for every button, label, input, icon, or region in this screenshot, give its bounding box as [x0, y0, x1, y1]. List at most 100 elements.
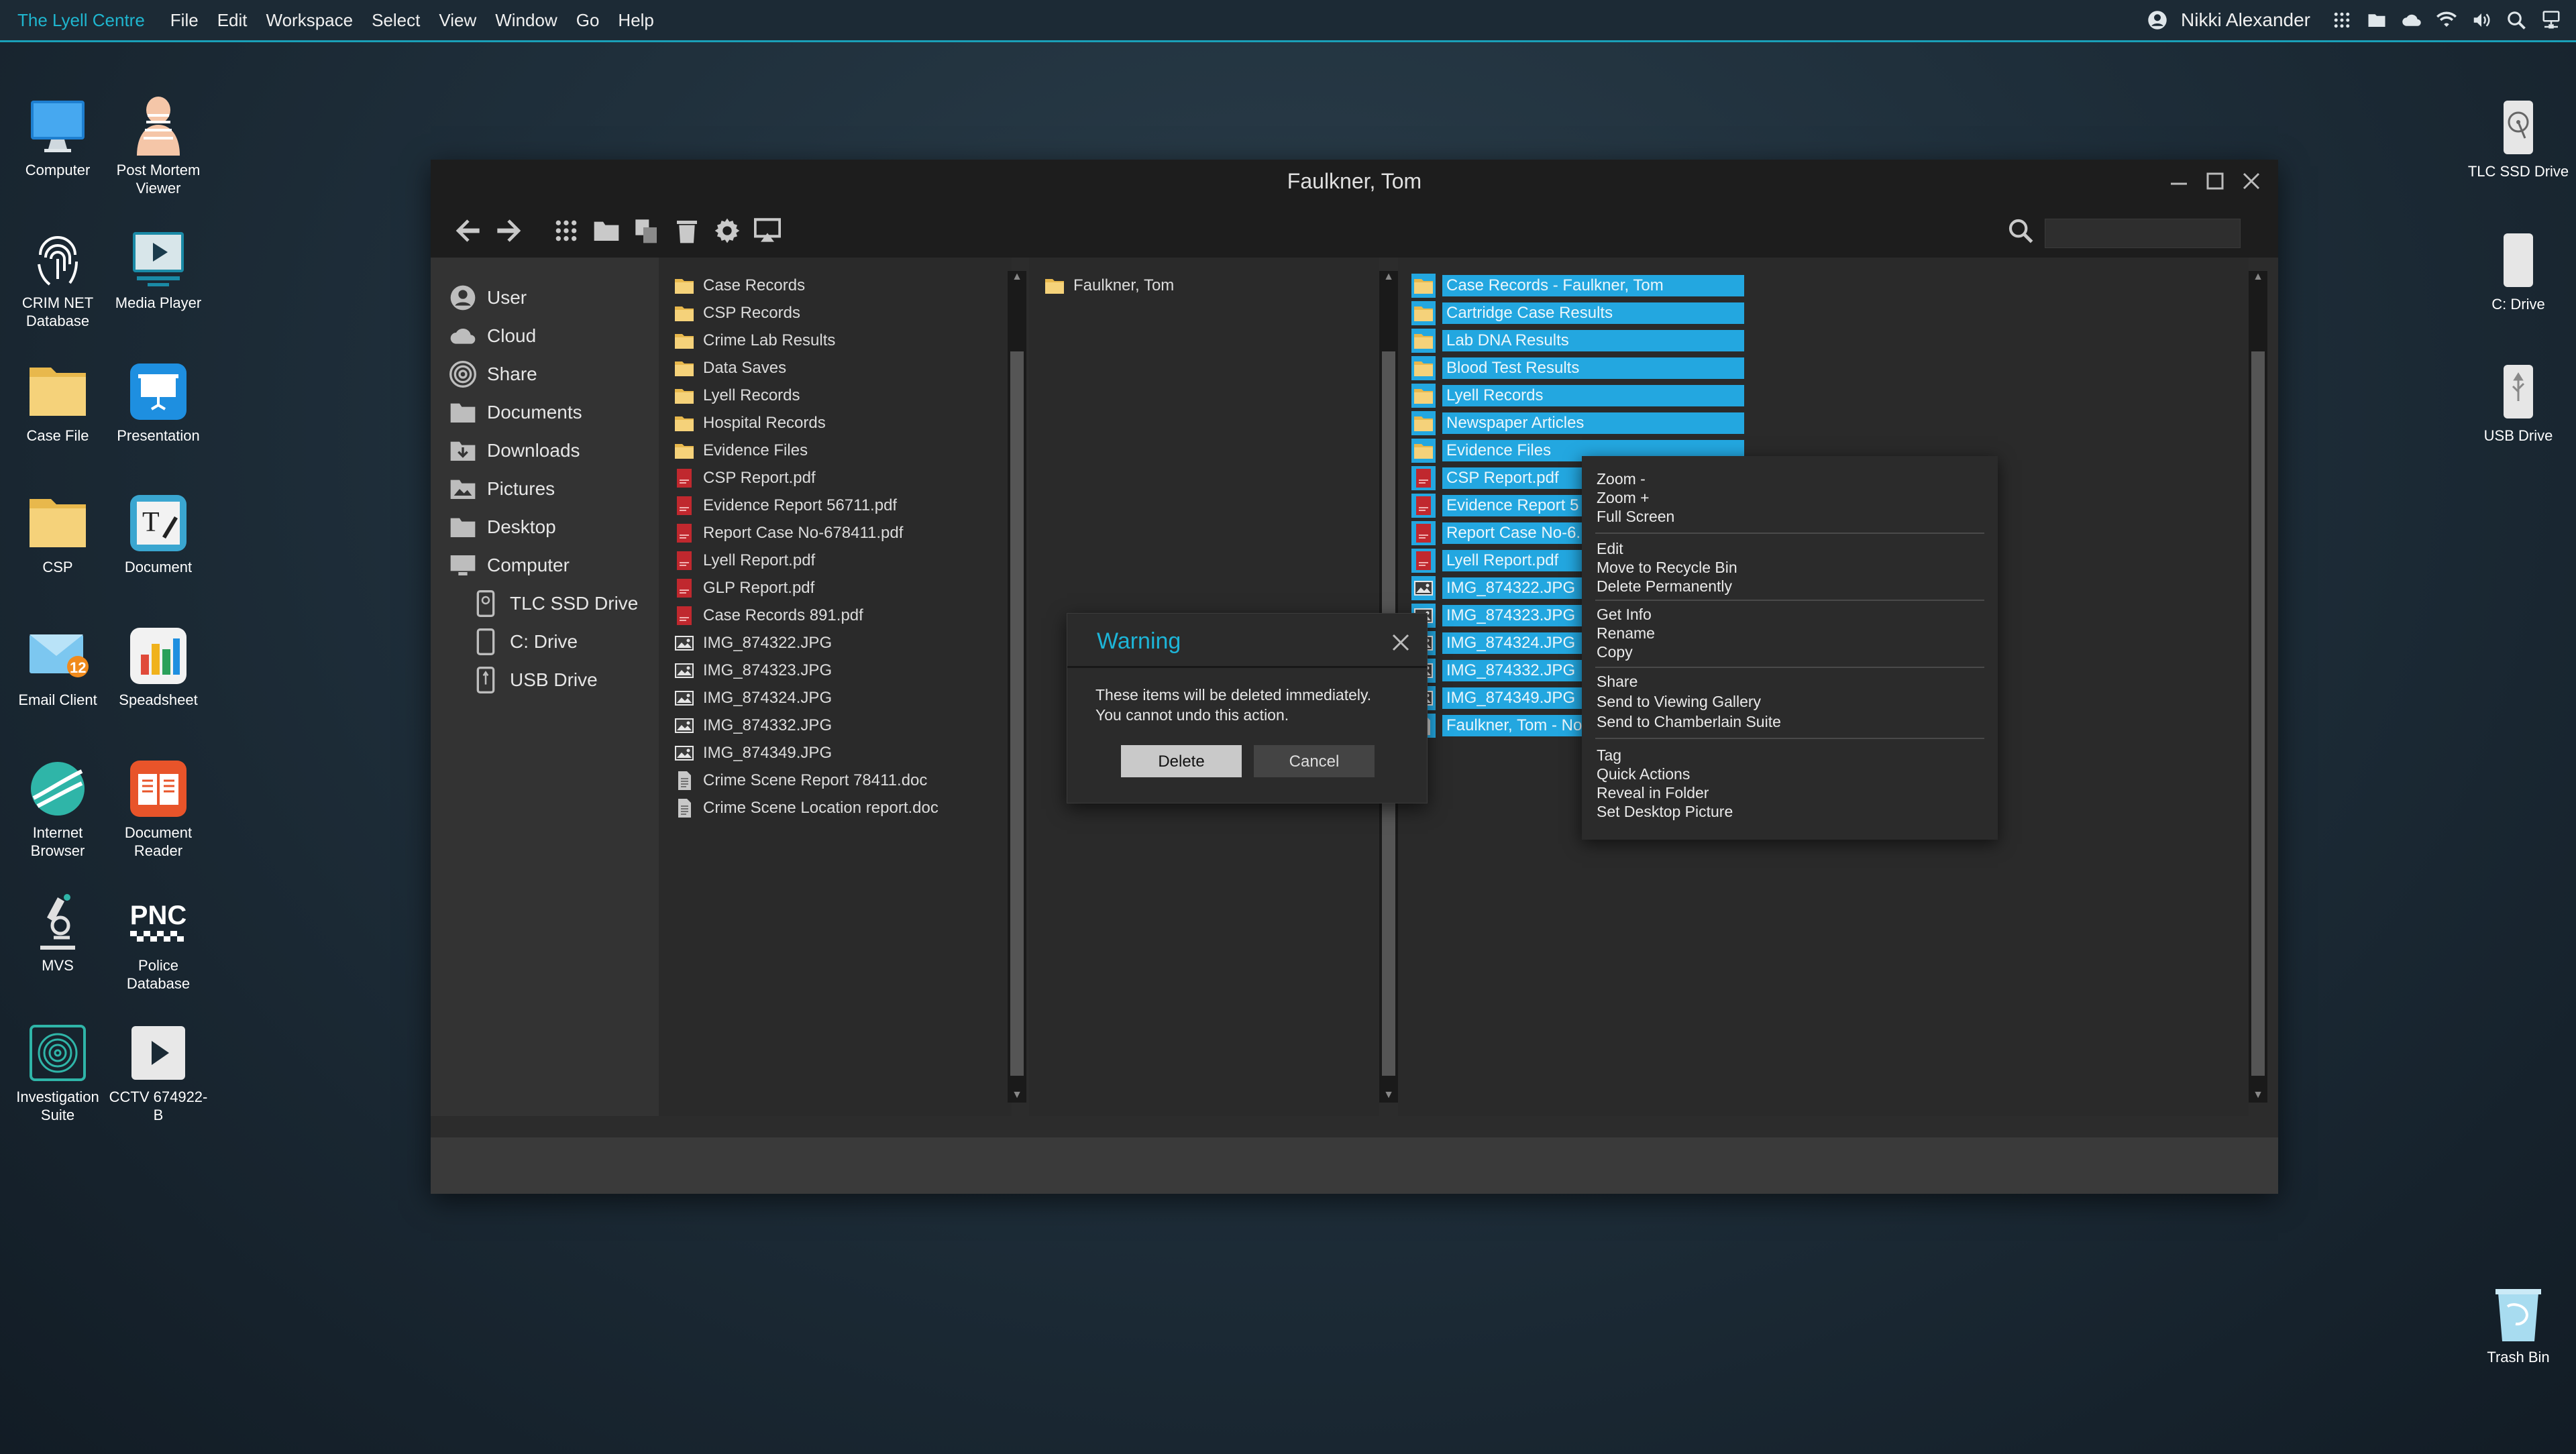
forward-arrow-icon[interactable] [495, 217, 522, 244]
menu-item-copy[interactable]: Copy [1597, 642, 1633, 661]
desktop-icon-tlc-ssd-drive[interactable]: TLC SSD Drive [2465, 97, 2572, 180]
file-list-item[interactable]: Lab DNA Results [1411, 327, 1744, 354]
file-list-item[interactable]: Case Records 891.pdf [672, 602, 863, 629]
file-list-item[interactable]: Data Saves [672, 355, 786, 382]
sidebar-item-user[interactable]: User [448, 283, 527, 313]
file-list-item[interactable]: Cartridge Case Results [1411, 300, 1744, 327]
menu-item-full-screen[interactable]: Full Screen [1597, 507, 1674, 526]
menu-item-send-to-chamberlain-suite[interactable]: Send to Chamberlain Suite [1597, 712, 1781, 731]
sidebar-item-share[interactable]: Share [448, 359, 537, 389]
copy-icon[interactable] [633, 217, 660, 244]
menubar-brand[interactable]: The Lyell Centre [17, 10, 145, 31]
desktop-icon-computer[interactable]: Computer [4, 95, 111, 179]
desktop-icon-usb-drive[interactable]: USB Drive [2465, 361, 2572, 445]
file-list-item[interactable]: IMG_874324.JPG [1411, 630, 1589, 657]
menu-item-set-desktop-picture[interactable]: Set Desktop Picture [1597, 802, 1733, 821]
file-list-item[interactable]: Lyell Report.pdf [672, 547, 815, 574]
menu-select[interactable]: Select [372, 10, 420, 31]
menu-item-zoom-out[interactable]: Zoom - [1597, 469, 1646, 488]
cloud-icon[interactable] [2400, 9, 2423, 32]
desktop-icon-investigation-suite[interactable]: Investigation Suite [4, 1022, 111, 1124]
sidebar-item-desktop[interactable]: Desktop [448, 512, 556, 542]
user-avatar-icon[interactable] [2146, 9, 2169, 32]
file-list-item[interactable]: CSP Records [672, 300, 800, 327]
sidebar-item-computer[interactable]: Computer [448, 551, 570, 580]
sidebar-item-pictures[interactable]: Pictures [448, 474, 555, 504]
menu-workspace[interactable]: Workspace [266, 10, 354, 31]
menu-item-edit[interactable]: Edit [1597, 539, 1623, 558]
desktop-icon-cctv[interactable]: CCTV 674922-B [105, 1022, 212, 1124]
file-list-item[interactable]: CSP Report.pdf [672, 465, 816, 492]
desktop-icon-document[interactable]: T Document [105, 492, 212, 576]
menu-item-get-info[interactable]: Get Info [1597, 605, 1652, 624]
new-folder-icon[interactable] [593, 217, 620, 244]
file-list-item[interactable]: Report Case No-6. [1411, 520, 1589, 547]
sidebar-item-c-drive[interactable]: C: Drive [471, 627, 578, 657]
desktop-icon-presentation[interactable]: Presentation [105, 361, 212, 445]
file-list-item[interactable]: Case Records - Faulkner, Tom [1411, 272, 1744, 299]
delete-button[interactable]: Delete [1121, 745, 1242, 777]
desktop-icon-c-drive[interactable]: C: Drive [2465, 229, 2572, 313]
file-list-item[interactable]: Newspaper Articles [1411, 410, 1744, 437]
file-list-item[interactable]: Evidence Files [672, 437, 808, 464]
sidebar-item-documents[interactable]: Documents [448, 398, 582, 427]
sidebar-item-downloads[interactable]: Downloads [448, 436, 580, 465]
menu-window[interactable]: Window [495, 10, 557, 31]
user-name[interactable]: Nikki Alexander [2181, 9, 2310, 31]
file-list-item[interactable]: Blood Test Results [1411, 355, 1744, 382]
menu-item-reveal-in-folder[interactable]: Reveal in Folder [1597, 783, 1709, 802]
network-icon[interactable] [2540, 9, 2563, 32]
file-list-item[interactable]: Crime Scene Location report.doc [672, 795, 938, 822]
close-button[interactable] [2239, 169, 2263, 193]
desktop-icon-mvs[interactable]: MVS [4, 891, 111, 974]
menu-item-move-to-recycle-bin[interactable]: Move to Recycle Bin [1597, 558, 1737, 577]
cancel-button[interactable]: Cancel [1254, 745, 1375, 777]
file-list-item[interactable]: CSP Report.pdf [1411, 465, 1589, 492]
desktop-icon-post-mortem-viewer[interactable]: Post Mortem Viewer [105, 95, 212, 197]
trash-icon[interactable] [674, 217, 700, 244]
file-list-item[interactable]: Lyell Records [1411, 382, 1744, 409]
desktop-icon-crim-net-database[interactable]: CRIM NET Database [4, 228, 111, 330]
folder-icon[interactable] [2365, 9, 2388, 32]
menu-file[interactable]: File [170, 10, 199, 31]
file-list-item[interactable]: Crime Lab Results [672, 327, 835, 354]
desktop-icon-police-database[interactable]: PNC Police Database [105, 891, 212, 993]
volume-icon[interactable] [2470, 9, 2493, 32]
sidebar-item-usb-drive[interactable]: USB Drive [471, 665, 598, 695]
file-list-item[interactable]: IMG_874332.JPG [1411, 657, 1589, 684]
file-list-item[interactable]: IMG_874332.JPG [672, 712, 832, 739]
gear-icon[interactable] [714, 217, 741, 244]
search-icon[interactable] [2505, 9, 2528, 32]
file-list-item[interactable]: IMG_874323.JPG [672, 657, 832, 684]
window-titlebar[interactable]: Faulkner, Tom [431, 160, 2278, 203]
maximize-button[interactable] [2203, 169, 2227, 193]
menu-edit[interactable]: Edit [217, 10, 248, 31]
file-list-item[interactable]: GLP Report.pdf [672, 575, 814, 602]
file-list-item[interactable]: Evidence Report 56711.pdf [672, 492, 897, 519]
file-list-item[interactable]: IMG_874322.JPG [672, 630, 832, 657]
file-list-item[interactable]: Faulkner, Tom [1042, 272, 1174, 299]
menu-item-tag[interactable]: Tag [1597, 746, 1621, 765]
file-list-item[interactable]: Lyell Records [672, 382, 800, 409]
minimize-button[interactable] [2167, 169, 2191, 193]
menu-help[interactable]: Help [618, 10, 653, 31]
menu-go[interactable]: Go [576, 10, 600, 31]
file-list-item[interactable]: Report Case No-678411.pdf [672, 520, 903, 547]
file-list-item[interactable]: IMG_874322.JPG [1411, 575, 1589, 602]
desktop-icon-case-file[interactable]: Case File [4, 361, 111, 445]
search-input[interactable] [2045, 219, 2241, 248]
sidebar-item-cloud[interactable]: Cloud [448, 321, 536, 351]
menu-item-rename[interactable]: Rename [1597, 624, 1655, 642]
desktop-icon-trash-bin[interactable]: Trash Bin [2465, 1282, 2572, 1366]
desktop-icon-csp[interactable]: CSP [4, 492, 111, 576]
wifi-icon[interactable] [2435, 9, 2458, 32]
file-list-item[interactable]: IMG_874324.JPG [672, 685, 832, 712]
column-1-scrollbar[interactable]: ▲ ▼ [1008, 271, 1026, 1103]
file-list-item[interactable]: Evidence Report 5 [1411, 492, 1589, 519]
menu-item-delete-permanently[interactable]: Delete Permanently [1597, 577, 1732, 596]
menu-view[interactable]: View [439, 10, 476, 31]
back-arrow-icon[interactable] [455, 217, 482, 244]
close-icon[interactable] [1389, 631, 1412, 654]
file-list-item[interactable]: Crime Scene Report 78411.doc [672, 767, 927, 794]
grid-view-icon[interactable] [553, 217, 580, 244]
